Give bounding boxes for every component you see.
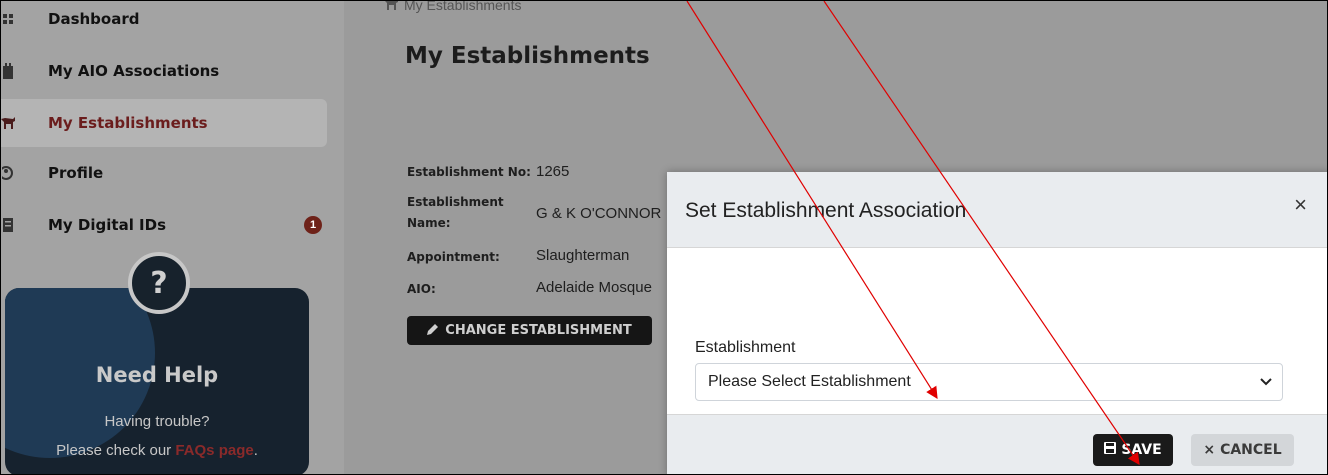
- establishment-name-label-line2: Name:: [407, 216, 451, 230]
- help-faq-prefix: Please check our: [56, 442, 176, 459]
- sidebar-item-dashboard[interactable]: Dashboard: [1, 1, 327, 43]
- change-establishment-button[interactable]: CHANGE ESTABLISHMENT: [407, 316, 652, 345]
- appointment-label: Appointment:: [407, 250, 500, 264]
- sidebar-item-label: My Establishments: [48, 114, 208, 132]
- grid-icon: [1, 11, 15, 27]
- cancel-label: CANCEL: [1220, 442, 1282, 458]
- user-circle-icon: [1, 165, 15, 181]
- establishment-select[interactable]: Please Select Establishment: [695, 363, 1283, 401]
- establishment-name-value: G & K O'CONNOR: [536, 205, 662, 222]
- help-text: Having trouble?: [104, 413, 210, 430]
- id-card-icon: [1, 217, 15, 233]
- pencil-icon: [427, 323, 439, 339]
- sidebar-item-label: Dashboard: [48, 10, 140, 28]
- modal-header: Set Establishment Association ×: [667, 172, 1327, 248]
- save-button[interactable]: SAVE: [1093, 434, 1173, 466]
- help-faq-suffix: .: [253, 442, 258, 459]
- breadcrumb: My Establishments: [384, 1, 521, 13]
- sidebar-item-profile[interactable]: Profile: [1, 149, 327, 197]
- save-label: SAVE: [1121, 442, 1162, 458]
- breadcrumb-item[interactable]: My Establishments: [404, 1, 521, 13]
- sidebar-item-label: My Digital IDs: [48, 216, 167, 234]
- change-establishment-label: CHANGE ESTABLISHMENT: [445, 323, 632, 338]
- close-icon[interactable]: ×: [1294, 192, 1307, 218]
- sidebar-item-label: My AIO Associations: [48, 62, 220, 80]
- faq-link[interactable]: FAQs page: [175, 442, 253, 459]
- help-faq-text: Please check our FAQs page.: [1, 442, 313, 459]
- establishment-no-label: Establishment No:: [407, 165, 531, 179]
- aio-label: AIO:: [407, 282, 436, 296]
- establishment-select-value: Please Select Establishment: [708, 373, 911, 390]
- cow-icon: [1, 115, 15, 131]
- building-icon: [1, 63, 15, 79]
- modal-title: Set Establishment Association: [685, 199, 967, 222]
- sidebar-item-establishments[interactable]: My Establishments: [1, 99, 327, 147]
- sidebar-item-digital-ids[interactable]: My Digital IDs 1: [1, 201, 327, 249]
- sidebar: Dashboard My AIO Associations My Establi…: [1, 1, 344, 474]
- save-icon: [1104, 442, 1117, 458]
- cow-icon: [384, 1, 398, 13]
- establishment-no-value: 1265: [536, 163, 570, 180]
- chevron-down-icon: [1260, 375, 1272, 389]
- set-establishment-modal: Set Establishment Association × Establis…: [667, 172, 1327, 474]
- cancel-button[interactable]: × CANCEL: [1191, 434, 1294, 466]
- aio-value: Adelaide Mosque: [536, 279, 652, 296]
- close-icon: ×: [1203, 442, 1216, 458]
- help-question-icon: ?: [128, 252, 190, 314]
- establishment-field-label: Establishment: [695, 339, 796, 356]
- app-window: Dashboard My AIO Associations My Establi…: [0, 0, 1328, 475]
- sidebar-item-label: Profile: [48, 164, 104, 182]
- page-title: My Establishments: [405, 43, 650, 69]
- establishment-name-label-line1: Establishment: [407, 195, 504, 209]
- help-title: Need Help: [95, 363, 219, 387]
- appointment-value: Slaughterman: [536, 247, 630, 264]
- sidebar-item-aio-associations[interactable]: My AIO Associations: [1, 47, 327, 95]
- notification-badge: 1: [304, 216, 322, 234]
